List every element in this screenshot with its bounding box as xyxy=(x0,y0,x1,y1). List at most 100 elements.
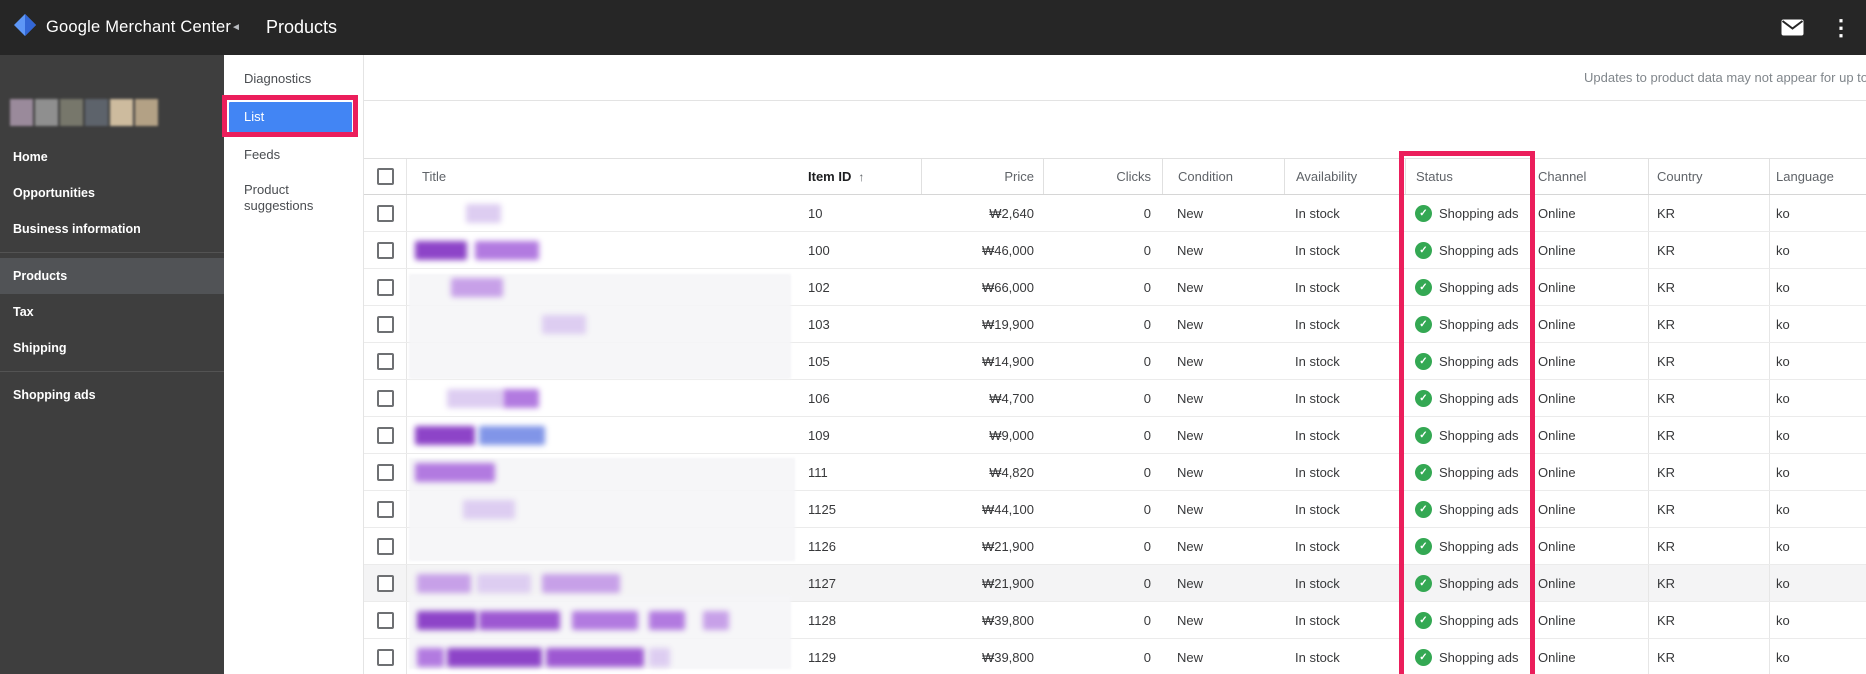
cell-clicks: 0 xyxy=(1143,464,1151,480)
column-header-label: Item ID xyxy=(808,169,852,184)
sidebar-item-shipping[interactable]: Shipping xyxy=(0,330,224,366)
row-checkbox[interactable] xyxy=(376,500,394,518)
cell-clicks: 0 xyxy=(1143,279,1151,295)
row-checkbox[interactable] xyxy=(376,278,394,296)
column-header-item-id[interactable]: Item ID ↑ xyxy=(792,159,921,194)
column-header-label: Price xyxy=(1004,169,1034,184)
cell-clicks: 0 xyxy=(1143,390,1151,406)
column-header-title[interactable]: Title xyxy=(406,159,792,194)
column-header-channel[interactable]: Channel xyxy=(1531,159,1648,194)
table-row[interactable]: 100 ₩46,000 0 New In stock ✓ Shopping ad… xyxy=(364,232,1866,269)
mail-icon[interactable] xyxy=(1781,19,1804,36)
sidebar-divider xyxy=(0,252,224,253)
business-logo-swatch xyxy=(110,99,133,126)
status-approved-check-icon: ✓ xyxy=(1415,574,1432,592)
row-checkbox-cell xyxy=(364,232,406,268)
cell-availability: In stock xyxy=(1295,538,1340,554)
column-header-status[interactable]: Status xyxy=(1405,159,1531,194)
status-text: Shopping ads xyxy=(1439,205,1519,221)
status-approved-check-icon: ✓ xyxy=(1415,426,1432,444)
table-row[interactable]: 106 ₩4,700 0 New In stock ✓ Shopping ads… xyxy=(364,380,1866,417)
collapse-nav-icon[interactable]: ◄ xyxy=(231,0,241,55)
column-header-language[interactable]: Language xyxy=(1769,159,1866,194)
row-checkbox[interactable] xyxy=(376,389,394,407)
cell-price: ₩14,900 xyxy=(981,353,1034,369)
business-logo xyxy=(10,99,158,126)
business-logo-swatch xyxy=(10,99,33,126)
column-header-condition[interactable]: Condition xyxy=(1162,159,1284,194)
row-checkbox[interactable] xyxy=(376,537,394,555)
cell-price: ₩39,800 xyxy=(981,649,1034,665)
row-checkbox[interactable] xyxy=(376,648,394,666)
cell-status: ✓ Shopping ads xyxy=(1405,565,1531,601)
cell-availability: In stock xyxy=(1295,575,1340,591)
cell-condition: New xyxy=(1177,649,1204,665)
row-checkbox-cell xyxy=(364,195,406,231)
table-row[interactable]: 10 ₩2,640 0 New In stock ✓ Shopping ads … xyxy=(364,195,1866,232)
redacted-title-blur xyxy=(503,389,539,408)
subnav-item-feeds[interactable]: Feeds xyxy=(224,138,363,172)
page-title: Products xyxy=(266,17,338,37)
sidebar-item-business-information[interactable]: Business information xyxy=(0,211,224,247)
subnav-item-label: Feeds xyxy=(244,147,281,162)
subnav-item-product-suggestions[interactable]: Product suggestions xyxy=(224,178,363,218)
cell-item-id: 1125 xyxy=(808,501,836,517)
redacted-title-blur xyxy=(477,574,531,593)
row-checkbox[interactable] xyxy=(376,611,394,629)
status-approved-check-icon: ✓ xyxy=(1415,463,1432,481)
table-row[interactable]: 109 ₩9,000 0 New In stock ✓ Shopping ads… xyxy=(364,417,1866,454)
select-all-checkbox[interactable] xyxy=(376,168,394,185)
main-content: Updates to product data may not appear f… xyxy=(363,55,1866,674)
cell-clicks: 0 xyxy=(1143,538,1151,554)
row-checkbox[interactable] xyxy=(376,204,394,222)
cell-condition: New xyxy=(1177,353,1204,369)
sort-asc-icon: ↑ xyxy=(858,169,865,184)
sidebar-item-shopping-ads[interactable]: Shopping ads xyxy=(0,377,224,413)
cell-condition: New xyxy=(1177,390,1204,406)
merchant-center-brand[interactable]: Google Merchant Center xyxy=(12,0,231,55)
cell-status: ✓ Shopping ads xyxy=(1405,639,1531,674)
cell-condition: New xyxy=(1177,612,1204,628)
redacted-title-blur xyxy=(572,611,638,630)
cell-language: ko xyxy=(1769,639,1866,674)
row-checkbox-cell xyxy=(364,306,406,342)
cell-country: KR xyxy=(1648,380,1769,416)
row-checkbox[interactable] xyxy=(376,315,394,333)
row-checkbox[interactable] xyxy=(376,426,394,444)
table-body: 10 ₩2,640 0 New In stock ✓ Shopping ads … xyxy=(364,195,1866,674)
sidebar-item-tax[interactable]: Tax xyxy=(0,294,224,330)
app-root: Google Merchant Center ◄ Products ⋮ Home… xyxy=(0,0,1866,674)
column-header-price[interactable]: Price xyxy=(921,159,1043,194)
sidebar-item-products[interactable]: Products xyxy=(0,258,224,294)
sidebar-item-home[interactable]: Home xyxy=(0,139,224,175)
cell-condition: New xyxy=(1177,575,1204,591)
cell-item-id: 105 xyxy=(808,353,830,369)
status-text: Shopping ads xyxy=(1439,390,1519,406)
cell-country: KR xyxy=(1648,343,1769,379)
row-checkbox[interactable] xyxy=(376,463,394,481)
cell-price: ₩46,000 xyxy=(981,242,1034,258)
overflow-menu-icon[interactable]: ⋮ xyxy=(1830,16,1852,39)
status-approved-check-icon: ✓ xyxy=(1415,352,1432,370)
column-header-availability[interactable]: Availability xyxy=(1284,159,1405,194)
cell-language: ko xyxy=(1769,306,1866,342)
business-logo-swatch xyxy=(85,99,108,126)
cell-price: ₩66,000 xyxy=(981,279,1034,295)
cell-condition: New xyxy=(1177,464,1204,480)
sidebar-item-opportunities[interactable]: Opportunities xyxy=(0,175,224,211)
cell-item-id: 1128 xyxy=(808,612,836,628)
column-header-label: Country xyxy=(1657,169,1703,184)
row-checkbox[interactable] xyxy=(376,574,394,592)
column-header-country[interactable]: Country xyxy=(1648,159,1769,194)
status-text: Shopping ads xyxy=(1439,649,1519,665)
subnav-item-list[interactable]: List xyxy=(229,102,352,132)
cell-price: ₩4,820 xyxy=(989,464,1034,480)
subnav-item-diagnostics[interactable]: Diagnostics xyxy=(224,62,363,96)
cell-availability: In stock xyxy=(1295,612,1340,628)
cell-clicks: 0 xyxy=(1143,649,1151,665)
row-checkbox[interactable] xyxy=(376,241,394,259)
row-checkbox[interactable] xyxy=(376,352,394,370)
redacted-title-blur xyxy=(415,241,467,260)
column-header-clicks[interactable]: Clicks xyxy=(1043,159,1162,194)
cell-condition: New xyxy=(1177,242,1204,258)
